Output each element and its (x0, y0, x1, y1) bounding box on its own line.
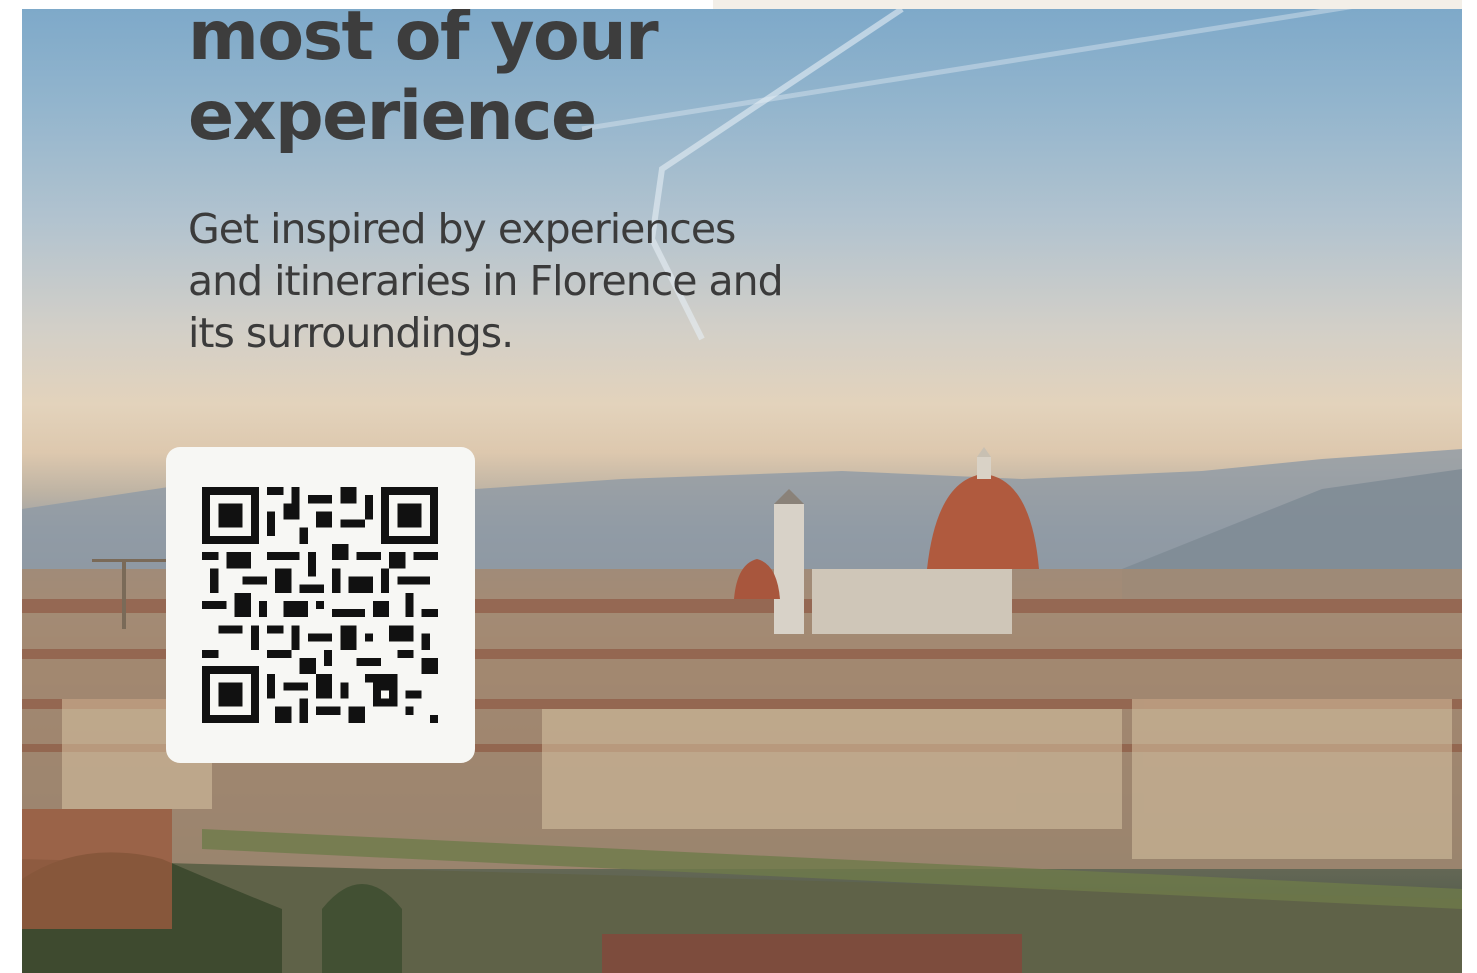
hero-headline: most of your experience (188, 9, 659, 156)
page: most of your experience Get inspired by … (0, 0, 1477, 973)
hero-content: most of your experience Get inspired by … (188, 9, 808, 359)
top-strip (22, 0, 1462, 9)
hero-subtitle: Get inspired by experiences and itinerar… (188, 205, 784, 357)
qr-code-icon (202, 487, 438, 723)
qr-card[interactable] (166, 447, 475, 763)
